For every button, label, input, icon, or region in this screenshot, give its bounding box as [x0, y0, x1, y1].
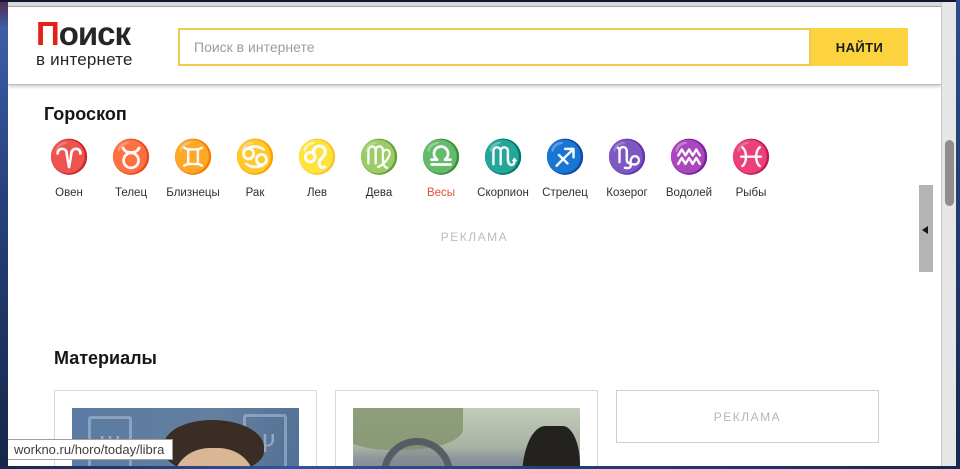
- browser-window: Поиск в интернете НАЙТИ Гороскоп ♈ Овен ♉ Т…: [0, 0, 960, 469]
- material-card-2[interactable]: [335, 390, 598, 466]
- zodiac-item-taurus[interactable]: ♉ Телец: [100, 134, 162, 199]
- scrollbar-thumb[interactable]: [945, 140, 954, 206]
- status-url-tooltip: workno.ru/horo/today/libra: [8, 439, 174, 460]
- page-viewport: Поиск в интернете НАЙТИ Гороскоп ♈ Овен ♉ Т…: [8, 2, 941, 466]
- zodiac-scorpio-icon: ♏: [482, 138, 524, 175]
- car-dashboard-photo: [353, 408, 580, 466]
- logo-accent-letter: П: [36, 15, 60, 52]
- window-frame-top: [0, 0, 960, 2]
- window-frame-right: [956, 0, 960, 469]
- horoscope-section-title: Гороскоп: [44, 104, 127, 124]
- zodiac-row: ♈ Овен ♉ Телец ♊ Близнецы ♋ Рак ♌ Лев ♍ Дева ♎ Весы ♏ С…: [38, 134, 782, 199]
- zodiac-label: Дева: [365, 187, 393, 199]
- zodiac-label: Рыбы: [735, 187, 767, 199]
- zodiac-item-cancer[interactable]: ♋ Рак: [224, 134, 286, 199]
- zodiac-label: Козерог: [606, 187, 648, 199]
- zodiac-label: Овен: [55, 187, 83, 199]
- site-logo[interactable]: Поиск в интернете: [36, 17, 133, 68]
- zodiac-virgo-icon: ♍: [358, 138, 400, 175]
- zodiac-item-leo[interactable]: ♌ Лев: [286, 134, 348, 199]
- dark-figure: [522, 426, 580, 466]
- zodiac-label: Телец: [114, 187, 148, 199]
- zodiac-libra-icon: ♎: [420, 138, 462, 175]
- zodiac-cancer-icon: ♋: [234, 138, 276, 175]
- material-card-ad: РЕКЛАМА: [616, 390, 879, 443]
- window-frame-left: [0, 0, 8, 469]
- zodiac-label: Стрелец: [542, 187, 588, 199]
- logo-title: Поиск: [36, 17, 133, 50]
- zodiac-label: Лев: [306, 187, 328, 199]
- zodiac-label: Водолей: [665, 187, 713, 199]
- zodiac-item-scorpio[interactable]: ♏ Скорпион: [472, 134, 534, 199]
- zodiac-item-sagittarius[interactable]: ♐ Стрелец: [534, 134, 596, 199]
- zodiac-item-aries[interactable]: ♈ Овен: [38, 134, 100, 199]
- zodiac-taurus-icon: ♉: [110, 138, 152, 175]
- sidebar-collapse-flap[interactable]: [919, 185, 933, 272]
- logo-rest-letters: оиск: [58, 15, 131, 52]
- materials-section-title: Материалы: [54, 348, 157, 368]
- zodiac-gemini-icon: ♊: [172, 138, 214, 175]
- logo-subtitle: в интернете: [36, 50, 133, 69]
- zodiac-sagittarius-icon: ♐: [544, 138, 586, 175]
- zodiac-item-libra[interactable]: ♎ Весы: [410, 134, 472, 199]
- search-input[interactable]: [178, 28, 811, 66]
- zodiac-label: Скорпион: [477, 187, 529, 199]
- zodiac-item-capricorn[interactable]: ♑ Козерог: [596, 134, 658, 199]
- zodiac-label: Близнецы: [166, 187, 220, 199]
- ad-banner-placeholder: РЕКЛАМА: [440, 230, 509, 244]
- site-header: Поиск в интернете НАЙТИ: [8, 7, 941, 85]
- zodiac-label: Весы: [426, 187, 456, 199]
- zodiac-leo-icon: ♌: [296, 138, 338, 175]
- collapse-left-arrow-icon: [922, 226, 928, 234]
- zodiac-aries-icon: ♈: [48, 138, 90, 175]
- zodiac-item-gemini[interactable]: ♊ Близнецы: [162, 134, 224, 199]
- zodiac-aquarius-icon: ♒: [668, 138, 710, 175]
- scrollbar-track[interactable]: [941, 2, 956, 466]
- zodiac-item-aquarius[interactable]: ♒ Водолей: [658, 134, 720, 199]
- zodiac-pisces-icon: ♓: [730, 138, 772, 175]
- zodiac-label: Рак: [245, 187, 265, 199]
- zodiac-item-virgo[interactable]: ♍ Дева: [348, 134, 410, 199]
- search-button[interactable]: НАЙТИ: [811, 28, 908, 66]
- zodiac-capricorn-icon: ♑: [606, 138, 648, 175]
- zodiac-item-pisces[interactable]: ♓ Рыбы: [720, 134, 782, 199]
- materials-cards-row: Ψ Ψ РЕКЛАМА: [54, 390, 879, 466]
